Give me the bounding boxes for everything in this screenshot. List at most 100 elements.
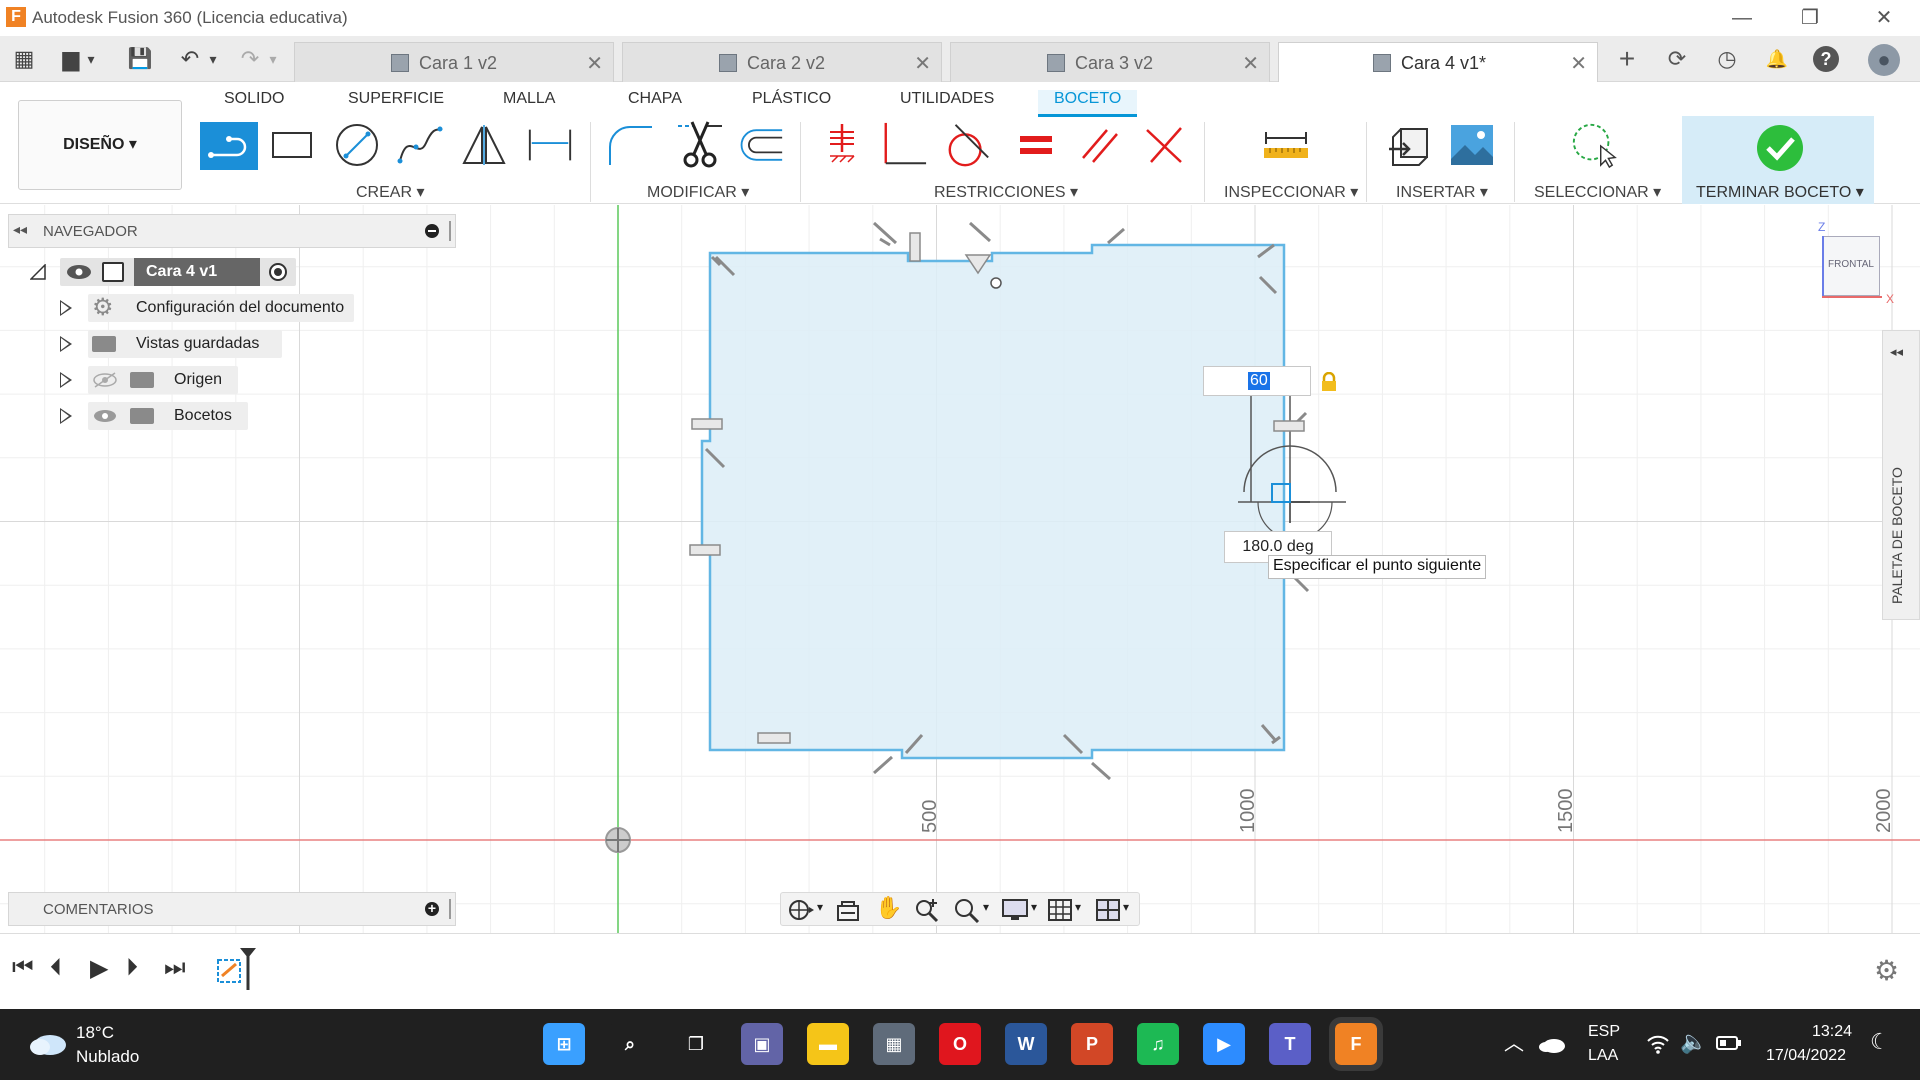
wifi-icon[interactable] [1646,1033,1670,1055]
tangent-constraint-tool[interactable] [944,122,992,168]
navigator-resize-handle[interactable] [449,221,451,241]
close-button[interactable]: ✕ [1864,4,1904,32]
mirror-tool[interactable] [460,122,508,168]
restore-button[interactable]: ❐ [1790,4,1830,32]
tab-malla[interactable]: MALLA [503,90,555,108]
clock-time[interactable]: 13:24 [1812,1023,1852,1041]
timeline-next-icon[interactable]: ⏵ [126,954,138,982]
dimension-value-selected[interactable]: 60 [1248,372,1270,390]
navigator-item-sketches[interactable]: Bocetos [58,402,378,430]
trim-tool[interactable] [676,121,724,168]
collapse-triangle-icon[interactable] [30,264,46,280]
pan-hand-icon[interactable]: ✋ [875,895,902,921]
notification-moon-icon[interactable]: ☾ [1870,1029,1890,1055]
viewports-dropdown-icon[interactable]: ▾ [1123,900,1129,914]
taskbar-app-teams-icon[interactable]: T [1269,1023,1311,1065]
doc-tab-cara-4[interactable]: Cara 4 v1* ✕ [1278,42,1598,84]
spline-tool[interactable] [396,122,444,168]
cloud-weather-icon[interactable] [28,1029,68,1057]
finish-sketch-panel[interactable]: TERMINAR BOCETO ▾ [1682,116,1874,204]
fix-constraint-tool[interactable] [818,122,866,168]
tab-plastico[interactable]: PLÁSTICO [752,90,831,108]
taskbar-app-chat-icon[interactable]: ▣ [741,1023,783,1065]
orbit-icon[interactable] [787,897,815,923]
close-tab-icon[interactable]: ✕ [586,51,603,76]
dimension-value-input[interactable]: 60 [1203,366,1311,396]
fillet-tool[interactable] [606,122,654,168]
navigator-root-row[interactable]: Cara 4 v1 [30,258,330,286]
grid-settings-icon[interactable] [1047,898,1073,922]
lock-icon[interactable] [1320,372,1338,392]
taskbar-app-windows-icon[interactable]: ⊞ [543,1023,585,1065]
navigator-item-saved-views[interactable]: Vistas guardadas [58,330,378,358]
clock-date[interactable]: 17/04/2022 [1766,1047,1846,1065]
visibility-eye-icon[interactable] [66,264,92,280]
tab-superficie[interactable]: SUPERFICIE [348,90,444,108]
offset-tool[interactable] [736,122,784,168]
sketch-profile[interactable] [700,243,1286,760]
perpendicular-lines-tool[interactable] [1140,122,1188,168]
comments-resize-handle[interactable] [449,899,451,919]
taskbar-app-calculator-icon[interactable]: ▦ [873,1023,915,1065]
timeline-play-icon[interactable]: ▶ [90,954,108,983]
timeline-last-icon[interactable]: ⏭ [164,954,186,982]
grid-dropdown-icon[interactable]: ▾ [1075,900,1081,914]
doc-tab-cara-2[interactable]: Cara 2 v2 ✕ [622,42,942,82]
perpendicular-constraint-tool[interactable] [880,122,928,168]
taskbar-app-spotify-icon[interactable]: ♫ [1137,1023,1179,1065]
navigator-root-label[interactable]: Cara 4 v1 [134,258,260,286]
redo-dropdown-icon[interactable]: ▾ [266,46,280,72]
notifications-bell-icon[interactable]: 🔔 [1762,44,1792,74]
taskbar-app-explorer-icon[interactable]: ▬ [807,1023,849,1065]
tab-chapa[interactable]: CHAPA [628,90,682,108]
dimension-tool[interactable] [526,122,574,168]
modify-group-dropdown[interactable]: MODIFICAR ▾ [647,182,749,202]
create-group-dropdown[interactable]: CREAR ▾ [356,182,424,202]
weather-description[interactable]: Nublado [76,1047,139,1067]
file-menu-icon[interactable]: ▆ [60,46,82,72]
new-tab-plus-icon[interactable]: + [1612,44,1642,74]
doc-tab-cara-3[interactable]: Cara 3 v2 ✕ [950,42,1270,82]
data-panel-grid-icon[interactable]: ▦ [10,46,38,72]
zoom-dropdown-icon[interactable]: ▾ [983,900,989,914]
visibility-eye-icon[interactable] [92,408,118,424]
navigator-minimize-icon[interactable] [425,224,439,238]
close-tab-icon[interactable]: ✕ [1242,51,1259,76]
undo-icon[interactable]: ↶ [176,46,204,72]
user-avatar[interactable]: ● [1868,44,1900,76]
redo-icon[interactable]: ↷ [236,46,264,72]
tab-utilidades[interactable]: UTILIDADES [900,90,994,108]
taskbar-app-powerpoint-icon[interactable]: P [1071,1023,1113,1065]
taskbar-app-search-icon[interactable]: ⌕ [609,1023,651,1065]
undo-dropdown-icon[interactable]: ▾ [206,46,220,72]
taskbar-app-fusion-icon[interactable]: F [1329,1017,1383,1071]
navigator-collapse-icon[interactable]: ◂◂ [13,221,27,238]
sync-icon[interactable]: ⟳ [1662,44,1692,74]
add-comment-icon[interactable]: + [425,901,439,916]
taskbar-app-opera-icon[interactable]: O [939,1023,981,1065]
rectangle-tool[interactable] [268,122,316,168]
insert-group-dropdown[interactable]: INSERTAR ▾ [1396,182,1488,202]
line-tool[interactable] [200,122,258,170]
language-code[interactable]: ESP [1588,1023,1620,1041]
parallel-constraint-tool[interactable] [1076,122,1124,168]
taskbar-app-zoom-icon[interactable]: ▶ [1203,1023,1245,1065]
timeline-settings-gear-icon[interactable]: ⚙ [1874,954,1899,987]
navigator-item-document-settings[interactable]: ⚙ Configuración del documento [58,294,378,322]
look-at-icon[interactable] [835,898,861,922]
browser-navigator-header[interactable]: ◂◂ NAVEGADOR [8,214,456,248]
display-dropdown-icon[interactable]: ▾ [1031,900,1037,914]
orbit-dropdown-icon[interactable]: ▾ [817,900,823,914]
timeline-first-icon[interactable]: ⏮ [12,954,34,982]
taskbar-app-task-view-icon[interactable]: ❐ [675,1023,717,1065]
help-icon[interactable]: ? [1813,46,1839,72]
measure-tool[interactable] [1262,122,1310,168]
weather-temperature[interactable]: 18°C [76,1023,114,1043]
zoom-window-icon[interactable] [953,897,981,923]
navigator-item-origin[interactable]: Origen [58,366,378,394]
finish-sketch-dropdown[interactable]: TERMINAR BOCETO ▾ [1696,182,1864,202]
onedrive-cloud-icon[interactable] [1538,1035,1566,1053]
close-tab-icon[interactable]: ✕ [1570,51,1587,76]
show-hidden-icons-chevron[interactable]: ︿ [1504,1027,1524,1056]
doc-tab-cara-1[interactable]: Cara 1 v2 ✕ [294,42,614,82]
